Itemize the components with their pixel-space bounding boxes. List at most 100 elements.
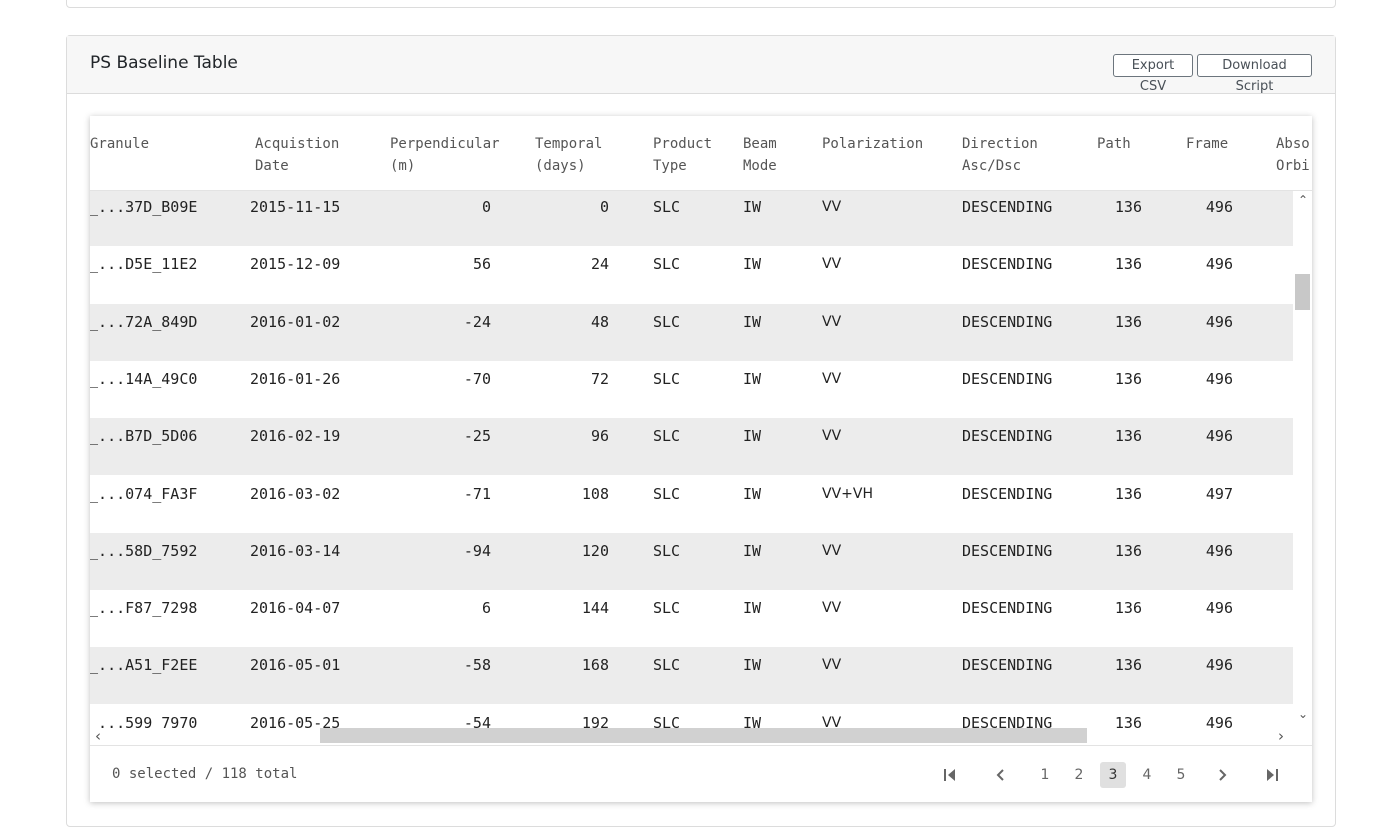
cell-beam: IW — [743, 369, 762, 388]
cell-path: 136 — [1114, 713, 1142, 728]
column-header-frame[interactable]: Frame — [1186, 133, 1228, 155]
cell-date: 2016-01-26 — [250, 369, 341, 388]
download-script-button[interactable]: Download Script — [1197, 54, 1312, 94]
cell-date: 2016-05-25 — [250, 713, 341, 728]
cell-perp: 0 — [481, 198, 491, 216]
cell-product: SLC — [653, 312, 681, 331]
column-header-perpendicular[interactable]: Perpendicular (m) — [390, 133, 500, 177]
cell-granule: V_...B7D_5D06 — [90, 427, 198, 446]
cell-beam: IW — [743, 484, 762, 503]
cell-frame: 496 — [1205, 599, 1233, 618]
cell-dir: DESCENDING — [962, 198, 1053, 216]
table-row[interactable]: V_...B7D_5D06 2016-02-19 -25 96 SLC IW VV DESCE… — [90, 418, 1293, 476]
table-row[interactable]: V_...D5E_11E2 2015-12-09 56 24 SLC IW VV DESCEN… — [90, 246, 1293, 304]
cell-perp: -25 — [463, 427, 491, 446]
cell-frame: 496 — [1205, 656, 1233, 675]
column-header-beam-mode[interactable]: Beam Mode — [743, 133, 777, 177]
cell-temp: 144 — [581, 599, 609, 618]
scroll-left-icon[interactable]: ‹ — [95, 727, 101, 745]
cell-date: 2016-03-02 — [250, 484, 341, 503]
cell-perp: -54 — [463, 713, 491, 728]
column-header-product-type[interactable]: Product Type — [653, 133, 712, 177]
cell-pol: VV — [822, 714, 842, 728]
next-page-icon[interactable] — [1215, 762, 1235, 788]
table-row[interactable]: V_...72A_849D 2016-01-02 -24 48 SLC IW VV DESCE… — [90, 303, 1293, 361]
cell-pol: VV — [822, 199, 842, 215]
cell-path: 136 — [1114, 369, 1142, 388]
baseline-grid: Granule Acquistion Date Perpendicular (m… — [90, 116, 1312, 802]
cell-path: 136 — [1114, 312, 1142, 331]
cell-dir: DESCENDING — [962, 541, 1053, 560]
page-button-1[interactable]: 1 — [1032, 762, 1058, 788]
cell-dir: DESCENDING — [962, 255, 1053, 274]
scroll-down-icon[interactable]: ⌄ — [1298, 707, 1308, 721]
cell-beam: IW — [743, 541, 762, 560]
grid-header: Granule Acquistion Date Perpendicular (m… — [90, 116, 1312, 191]
cell-temp: 120 — [581, 541, 609, 560]
table-row[interactable]: V_...58D_7592 2016-03-14 -94 120 SLC IW VV DESC… — [90, 532, 1293, 590]
cell-frame: 496 — [1205, 427, 1233, 446]
cell-granule: V_...72A_849D — [90, 312, 198, 331]
cell-frame: 496 — [1205, 713, 1233, 728]
cell-temp: 24 — [590, 255, 609, 274]
cell-date: 2016-01-02 — [250, 312, 341, 331]
cell-beam: IW — [743, 656, 762, 675]
column-header-granule[interactable]: Granule — [90, 133, 149, 155]
cell-pol: VV — [822, 657, 842, 674]
cell-beam: IW — [743, 312, 762, 331]
cell-dir: DESCENDING — [962, 427, 1053, 446]
cell-frame: 496 — [1205, 541, 1233, 560]
cell-product: SLC — [653, 427, 681, 446]
page-button-4[interactable]: 4 — [1134, 762, 1160, 788]
previous-card — [66, 0, 1336, 8]
cell-dir: DESCENDING — [962, 599, 1053, 618]
cell-product: SLC — [653, 656, 681, 675]
cell-granule: V_...599_7970 — [90, 713, 198, 728]
cell-path: 136 — [1114, 484, 1142, 503]
column-header-direction[interactable]: Direction Asc/Dsc — [962, 133, 1038, 177]
cell-pol: VV — [822, 313, 842, 330]
column-header-absolute-orbit[interactable]: Abso Orbi — [1276, 133, 1310, 177]
first-page-icon[interactable] — [943, 762, 963, 788]
cell-perp: 56 — [472, 255, 491, 274]
table-row[interactable]: V_...A51_F2EE 2016-05-01 -58 168 SLC IW VV DESC… — [90, 647, 1293, 705]
cell-path: 136 — [1114, 255, 1142, 274]
last-page-icon[interactable] — [1265, 762, 1285, 788]
page-button-3[interactable]: 3 — [1100, 762, 1126, 788]
grid-body[interactable]: V_...37D_B09E 2015-11-15 0 0 SLC IW VV DESCENDI… — [90, 191, 1293, 728]
previous-page-icon[interactable] — [994, 762, 1014, 788]
cell-frame: 496 — [1205, 255, 1233, 274]
table-row[interactable]: V_...599_7970 2016-05-25 -54 192 SLC IW VV DESC… — [90, 704, 1293, 728]
column-header-temporal[interactable]: Temporal (days) — [535, 133, 602, 177]
column-header-acquisition-date[interactable]: Acquistion Date — [255, 133, 339, 177]
column-header-polarization[interactable]: Polarization — [822, 133, 923, 155]
table-row[interactable]: V_...14A_49C0 2016-01-26 -70 72 SLC IW VV DESCE… — [90, 360, 1293, 418]
vertical-scrollbar[interactable]: ⌃ ⌄ — [1293, 191, 1312, 728]
export-csv-button[interactable]: Export CSV — [1113, 54, 1193, 94]
cell-beam: IW — [743, 713, 762, 728]
cell-path: 136 — [1114, 541, 1142, 560]
cell-beam: IW — [743, 255, 762, 274]
page-button-5[interactable]: 5 — [1168, 762, 1194, 788]
horizontal-scroll-thumb[interactable] — [320, 728, 1087, 743]
cell-granule: V_...58D_7592 — [90, 541, 198, 560]
cell-product: SLC — [653, 255, 681, 274]
cell-perp: -70 — [463, 369, 491, 388]
scroll-right-icon[interactable]: › — [1278, 727, 1284, 745]
cell-granule: V_...A51_F2EE — [90, 656, 198, 675]
cell-product: SLC — [653, 713, 681, 728]
cell-date: 2016-03-14 — [250, 541, 341, 560]
vertical-scroll-thumb[interactable] — [1295, 274, 1310, 310]
cell-date: 2016-05-01 — [250, 656, 341, 675]
table-row[interactable]: V_...F87_7298 2016-04-07 6 144 SLC IW VV DESCEN… — [90, 590, 1293, 648]
cell-granule: V_...37D_B09E — [90, 198, 198, 216]
cell-path: 136 — [1114, 599, 1142, 618]
column-header-path[interactable]: Path — [1097, 133, 1131, 155]
table-row[interactable]: V_...37D_B09E 2015-11-15 0 0 SLC IW VV DESCENDI… — [90, 191, 1293, 246]
horizontal-scrollbar[interactable]: ‹ › — [90, 727, 1293, 745]
page-button-2[interactable]: 2 — [1066, 762, 1092, 788]
cell-temp: 48 — [590, 312, 609, 331]
scroll-up-icon[interactable]: ⌃ — [1298, 193, 1308, 207]
card-title: PS Baseline Table — [90, 53, 238, 73]
table-row[interactable]: V_...074_FA3F 2016-03-02 -71 108 SLC IW VV+VH D… — [90, 475, 1293, 533]
